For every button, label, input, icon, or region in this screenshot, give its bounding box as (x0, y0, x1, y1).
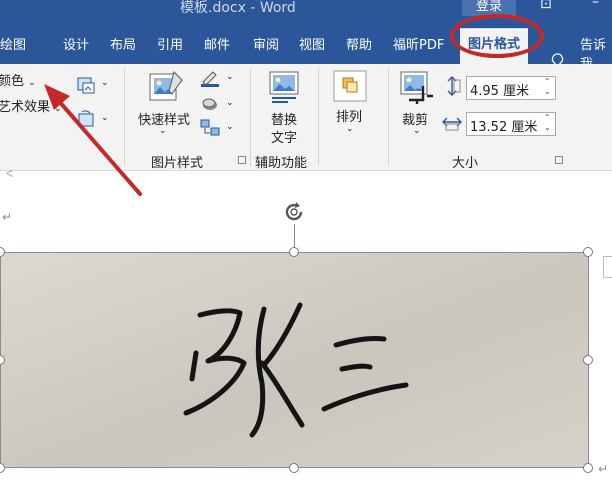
layout-options-icon[interactable] (603, 256, 612, 278)
margin-corner-mark: ᐸ (6, 169, 14, 180)
shape-width-icon (442, 117, 462, 131)
shape-width-input[interactable]: 13.52 厘米 ⌃ ⌄ (466, 112, 556, 136)
resize-handle-top-right[interactable] (583, 247, 593, 257)
paragraph-mark-icon: ↵ (2, 210, 13, 224)
picture-border-icon[interactable] (200, 70, 220, 88)
crop-dropdown-icon[interactable]: ⌄ (413, 126, 421, 136)
picture-effects-icon[interactable] (200, 95, 220, 113)
ribbon-display-options-icon[interactable]: ⊡ (540, 0, 552, 12)
arrange-label: 排列 (336, 110, 363, 125)
resize-handle-top[interactable] (289, 247, 299, 257)
picture-border-dropdown-icon[interactable]: ⌄ (226, 72, 234, 82)
picture-effects-dropdown-icon[interactable]: ⌄ (226, 98, 234, 108)
group-label-accessibility: 辅助功能 (255, 156, 308, 171)
picture-selection-box (0, 252, 589, 468)
quick-styles-dropdown-icon[interactable]: ⌄ (159, 126, 167, 136)
tab-design[interactable]: 设计 (63, 34, 89, 53)
shape-width-value: 13.52 厘米 (470, 120, 538, 135)
group-label-picture-styles: 图片样式 (151, 156, 204, 171)
resize-handle-right[interactable] (583, 355, 593, 365)
quick-styles-icon[interactable] (148, 68, 184, 106)
change-picture-dropdown-icon[interactable]: ⌄ (101, 113, 109, 123)
picture-layout-icon[interactable] (200, 119, 220, 137)
alt-text-icon[interactable] (268, 70, 300, 106)
window-title: 模板.docx - Word (180, 0, 296, 16)
arrange-dropdown-icon[interactable]: ⌄ (346, 124, 354, 134)
shape-width-spinner-icon[interactable]: ⌃ ⌄ (544, 113, 552, 135)
art-effects-button[interactable]: 艺术效果 ⌄ (0, 96, 62, 115)
shape-height-value: 4.95 厘米 (470, 84, 530, 99)
tab-foxit-pdf[interactable]: 福昕PDF (393, 34, 444, 53)
rotate-handle-icon[interactable] (282, 200, 306, 224)
change-picture-icon[interactable] (76, 110, 98, 130)
alt-text-label-line1: 替换 (271, 113, 298, 128)
compress-dropdown-icon[interactable]: ⌄ (101, 78, 109, 88)
arrange-icon[interactable] (333, 70, 367, 102)
tab-help[interactable]: 帮助 (346, 34, 372, 53)
alt-text-label-line2: 文字 (271, 131, 298, 146)
tab-review[interactable]: 审阅 (253, 34, 279, 53)
tab-layout[interactable]: 布局 (110, 34, 136, 53)
compress-pictures-icon[interactable] (76, 76, 98, 96)
group-label-size: 大小 (452, 156, 479, 171)
annotation-ring (450, 14, 544, 58)
resize-handle-bottom[interactable] (289, 463, 299, 473)
tab-view[interactable]: 视图 (299, 34, 325, 53)
size-dialog-launcher[interactable] (555, 156, 563, 164)
ribbon: 颜色 ⌄ 艺术效果 ⌄ ⌄ ⌄ 快速样式 ⌄ ⌄ ⌄ ⌄ 图片样式 替换 文字 … (0, 64, 612, 171)
shape-height-input[interactable]: 4.95 厘米 ⌃ ⌄ (466, 76, 556, 100)
paragraph-mark-end-icon: ↵ (598, 462, 609, 476)
shape-height-icon (447, 76, 461, 96)
tab-draw[interactable]: 绘图 (0, 34, 26, 53)
art-effects-label: 艺术效果 (0, 100, 51, 115)
picture-layout-dropdown-icon[interactable]: ⌄ (226, 122, 234, 132)
picture-styles-dialog-launcher[interactable] (238, 156, 246, 164)
tab-mailings[interactable]: 邮件 (204, 34, 230, 53)
shape-height-spinner-icon[interactable]: ⌃ ⌄ (544, 77, 552, 99)
color-button[interactable]: 颜色 ⌄ (0, 70, 36, 89)
tab-references[interactable]: 引用 (157, 34, 183, 53)
resize-handle-bottom-right[interactable] (583, 463, 593, 473)
color-label: 颜色 (0, 74, 25, 89)
minimize-icon[interactable]: – (592, 0, 599, 10)
crop-icon[interactable] (399, 70, 433, 104)
